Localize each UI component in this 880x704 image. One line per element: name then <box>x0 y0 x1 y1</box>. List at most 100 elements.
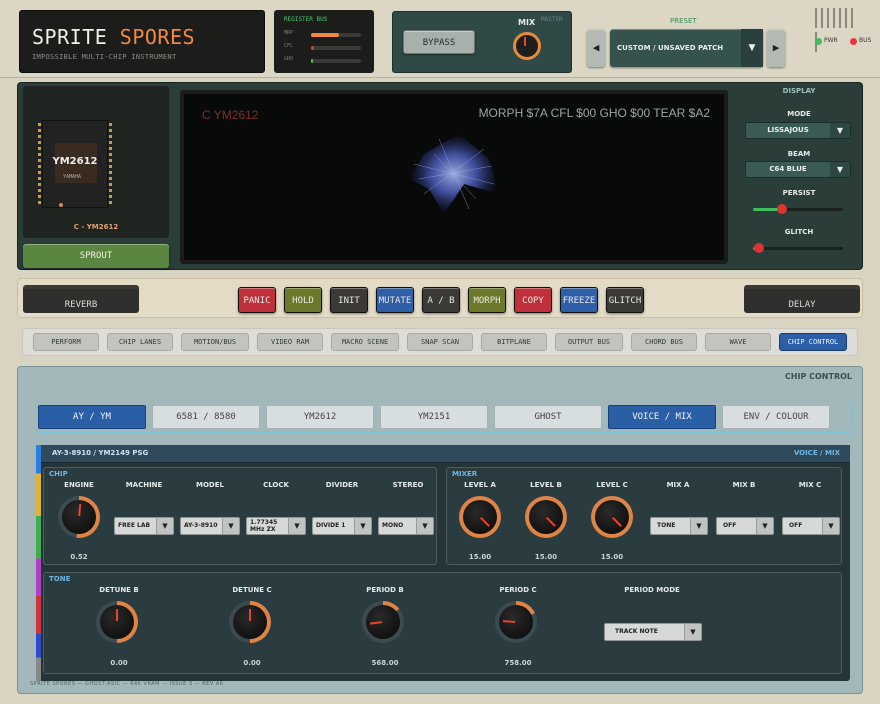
period-c-value: 758.00 <box>504 659 532 667</box>
mix-knob[interactable] <box>513 32 541 60</box>
preset-next-button[interactable]: ▶ <box>767 29 785 67</box>
tab-output-bus[interactable]: OUTPUT BUS <box>555 333 623 351</box>
register-bus-row: CFL <box>284 43 364 53</box>
chevron-down-icon: ▼ <box>354 518 371 534</box>
chip-label: C - YM2612 <box>73 223 119 231</box>
divider-select[interactable]: DIVIDE 1 ▼ <box>312 517 372 535</box>
logo-title-b: SPORES <box>119 25 196 49</box>
register-bus-row-label: GHO <box>284 56 294 62</box>
detune-b-knob[interactable] <box>96 601 138 643</box>
stereo-label: STEREO <box>392 481 424 489</box>
chip-view: YM2612 YAMAHA C - YM2612 <box>23 86 169 238</box>
register-bus-meter-fill <box>311 46 314 50</box>
glitch-label: GLITCH <box>784 228 814 236</box>
mix-a-select[interactable]: TONE ▼ <box>650 517 708 535</box>
level-c-knob[interactable] <box>591 496 633 538</box>
fx-button-morph[interactable]: MORPH <box>468 287 506 313</box>
scope-chip-label: C YM2612 <box>202 108 259 122</box>
reverb-button[interactable]: REVERB <box>23 285 139 313</box>
tab-chord-bus[interactable]: CHORD BUS <box>631 333 697 351</box>
period-c-label: PERIOD C <box>499 586 537 594</box>
glitch-slider-handle[interactable] <box>754 243 765 253</box>
persist-label: PERSIST <box>782 189 816 197</box>
subtab-ay-ym[interactable]: AY / YM <box>38 405 146 429</box>
logo: SPRITE SPORES IMPOSSIBLE MULTI-CHIP INST… <box>19 10 265 73</box>
bus-label: BUS <box>859 37 872 44</box>
mix-sub-label: MASTER <box>541 16 563 23</box>
subtab-voice-mix[interactable]: VOICE / MIX <box>608 405 716 429</box>
register-bus-panel: REGISTER BUS MRP CFL GHO <box>274 10 374 73</box>
preset-label: PRESET <box>670 17 697 25</box>
preset-select[interactable]: CUSTOM / UNSAVED PATCH ▼ <box>610 29 763 67</box>
fx-button-init[interactable]: INIT <box>330 287 368 313</box>
fx-button-freeze[interactable]: FREEZE <box>560 287 598 313</box>
tab-wave[interactable]: WAVE <box>705 333 771 351</box>
subtab-env-colour[interactable]: ENV / COLOUR <box>722 405 830 429</box>
bypass-button[interactable]: BYPASS <box>403 30 475 54</box>
engine-knob[interactable] <box>58 496 100 538</box>
subtab-ym2151[interactable]: YM2151 <box>380 405 488 429</box>
model-label: MODEL <box>196 481 224 489</box>
preset-prev-button[interactable]: ◀ <box>587 29 605 67</box>
tab-perform[interactable]: PERFORM <box>33 333 99 351</box>
chip-section: CHIP ENGINE 0.52 MACHINE FREE LAB ▼ MODEL… <box>43 467 437 565</box>
period-b-knob[interactable] <box>362 601 404 643</box>
mixer-section: MIXER LEVEL A 15.00 LEVEL B 15.00 LEVEL C 15.… <box>446 467 842 565</box>
register-bus-row: MRP <box>284 30 364 40</box>
mix-c-label: MIX C <box>798 481 822 489</box>
machine-select[interactable]: FREE LAB ▼ <box>114 517 174 535</box>
chevron-down-icon: ▼ <box>690 518 707 534</box>
clock-select[interactable]: 1.77345 MHz ZX ▼ <box>246 517 306 535</box>
tab-motion-bus[interactable]: MOTION/BUS <box>181 333 249 351</box>
tab-chip-lanes[interactable]: CHIP LANES <box>107 333 173 351</box>
register-bus-meter <box>311 33 361 37</box>
mix-c-select[interactable]: OFF ▼ <box>782 517 840 535</box>
level-b-knob[interactable] <box>525 496 567 538</box>
chip-name: YM2612 <box>52 156 98 167</box>
tab-video-ram[interactable]: VIDEO RAM <box>257 333 323 351</box>
delay-button[interactable]: DELAY <box>744 285 860 313</box>
display-title: DISPLAY <box>782 87 816 95</box>
persist-slider[interactable] <box>753 204 843 214</box>
mix-a-label: MIX A <box>666 481 690 489</box>
persist-slider-handle[interactable] <box>776 204 787 214</box>
tab-bitplane[interactable]: BITPLANE <box>481 333 547 351</box>
bypass-mix-panel: BYPASS MIX MASTER <box>392 11 572 73</box>
stereo-select[interactable]: MONO ▼ <box>378 517 434 535</box>
fx-button-glitch[interactable]: GLITCH <box>606 287 644 313</box>
model-select[interactable]: AY-3-8910 ▼ <box>180 517 240 535</box>
tab-chip-control[interactable]: CHIP CONTROL <box>779 333 847 351</box>
fx-button-mutate[interactable]: MUTATE <box>376 287 414 313</box>
mix-b-select[interactable]: OFF ▼ <box>716 517 774 535</box>
tab-snap-scan[interactable]: SNAP SCAN <box>407 333 473 351</box>
mode-select[interactable]: LISSAJOUS ▼ <box>745 122 851 139</box>
fx-button-panic[interactable]: PANIC <box>238 287 276 313</box>
clock-label: CLOCK <box>263 481 289 489</box>
tab-macro-scene[interactable]: MACRO SCENE <box>331 333 399 351</box>
bus-led-icon <box>850 38 857 45</box>
clock-value: 1.77345 MHz ZX <box>250 519 278 533</box>
logo-subtitle: IMPOSSIBLE MULTI-CHIP INSTRUMENT <box>32 53 177 61</box>
period-b-label: PERIOD B <box>366 586 404 594</box>
chevron-down-icon: ▼ <box>156 518 173 534</box>
fx-button-copy[interactable]: COPY <box>514 287 552 313</box>
fx-button-hold[interactable]: HOLD <box>284 287 322 313</box>
register-bus-meter-fill <box>311 33 339 37</box>
subtab-6581-8580[interactable]: 6581 / 8580 <box>152 405 260 429</box>
period-mode-select[interactable]: TRACK NOTE ▼ <box>604 623 702 641</box>
period-b-value: 568.00 <box>371 659 399 667</box>
fx-button-a-b[interactable]: A / B <box>422 287 460 313</box>
subtab-ghost[interactable]: GHOST <box>494 405 602 429</box>
glitch-slider[interactable] <box>753 243 843 253</box>
beam-label: BEAM <box>787 150 811 158</box>
detune-b-value: 0.00 <box>110 659 128 667</box>
chevron-down-icon: ▼ <box>684 624 701 640</box>
detune-b-label: DETUNE B <box>99 586 139 594</box>
level-a-knob[interactable] <box>459 496 501 538</box>
period-c-knob[interactable] <box>495 601 537 643</box>
beam-select[interactable]: C64 BLUE ▼ <box>745 161 851 178</box>
detune-c-knob[interactable] <box>229 601 271 643</box>
chip-section-label: CHIP <box>49 470 68 478</box>
subtab-ym2612[interactable]: YM2612 <box>266 405 374 429</box>
sprout-button[interactable]: SPROUT <box>23 244 169 268</box>
